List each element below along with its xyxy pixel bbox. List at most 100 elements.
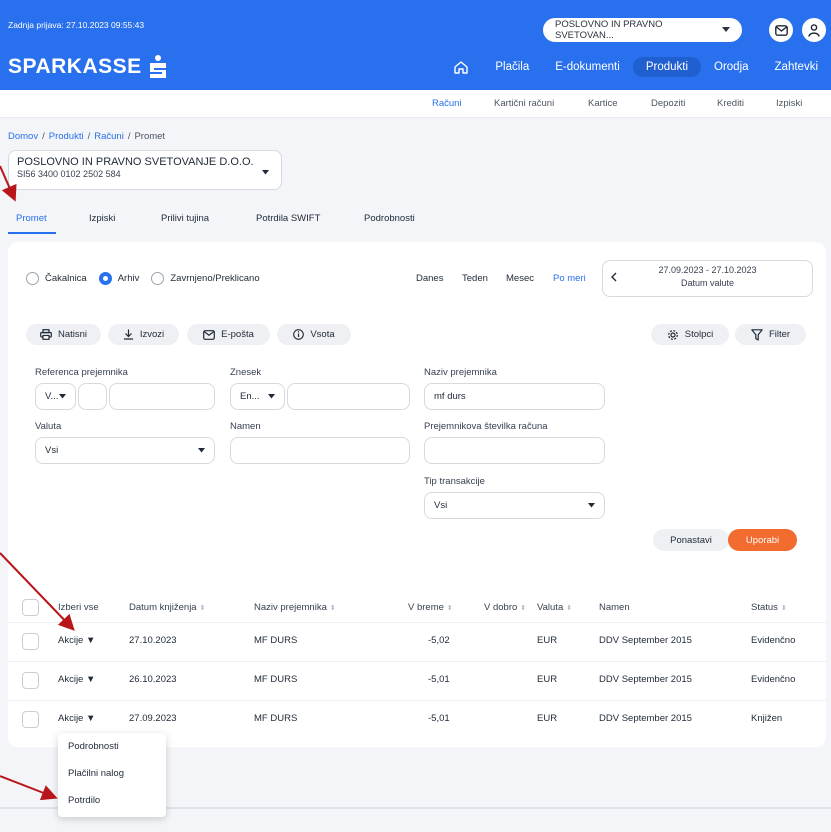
reset-button[interactable]: Ponastavi [653,529,729,551]
company-select[interactable]: POSLOVNO IN PRAVNO SVETOVAN... [543,18,742,42]
th-booking-date[interactable]: Datum knjiženja ⬍ [129,602,205,613]
sparkasse-logo[interactable]: SPARKASSE [8,55,168,79]
subnav-depoziti[interactable]: Depoziti [651,98,685,109]
th-label: Datum knjiženja [129,602,197,613]
date-range-picker[interactable]: 27.09.2023 - 27.10.2023 Datum valute [602,260,813,297]
sort-icon: ⬍ [329,605,336,612]
th-label: Status [751,602,778,613]
quick-po-meri[interactable]: Po meri [553,273,586,284]
payee-input[interactable]: mf durs [424,383,605,410]
columns-button[interactable]: Stolpci [651,324,729,345]
select-all-checkbox[interactable] [22,599,39,616]
nav-produkti[interactable]: Produkti [632,57,701,77]
payee-input-value: mf durs [434,391,466,402]
ref-label: Referenca prejemnika [35,367,128,378]
payee-label: Naziv prejemnika [424,367,497,378]
row-actions-dropdown[interactable]: Akcije ▼ [58,713,95,724]
row-payee: MF DURS [254,713,298,724]
row-debit: -5,01 [428,674,450,685]
account-select[interactable]: POSLOVNO IN PRAVNO SVETOVANJE D.O.O. SI5… [8,150,282,190]
row-currency: EUR [537,674,558,685]
th-credit[interactable]: V dobro ⬍ [484,602,526,613]
radio-circle-checked [98,272,112,285]
quick-danes[interactable]: Danes [416,273,443,284]
th-status[interactable]: Status ⬍ [751,602,787,613]
sum-button[interactable]: Vsota [277,324,351,345]
row-actions-dropdown[interactable]: Akcije ▼ [58,674,95,685]
print-button[interactable]: Natisni [26,324,101,345]
th-currency[interactable]: Valuta ⬍ [537,602,572,613]
purpose-input[interactable] [230,437,410,464]
row-checkbox[interactable] [22,672,39,689]
nav-placila[interactable]: Plačila [482,57,542,77]
export-button[interactable]: Izvozi [108,324,179,345]
row-actions-dropdown[interactable]: Akcije ▼ [58,635,95,646]
row-status: Knjižen [751,713,783,724]
row-checkbox[interactable] [22,711,39,728]
th-label: V breme [408,602,444,613]
quick-teden[interactable]: Teden [462,273,488,284]
info-icon [293,329,305,340]
menu-item-placilni-nalog[interactable]: Plačilni nalog [68,768,124,779]
currency-label: Valuta [35,421,62,432]
ref-control-input[interactable] [78,383,107,410]
radio-cakalnica[interactable]: Čakalnica [26,272,87,285]
breadcrumb-accounts[interactable]: Računi [94,131,124,142]
tab-prilivi-tujina[interactable]: Prilivi tujina [161,213,209,224]
ref-model-select[interactable]: V... [35,383,76,410]
chevron-left-icon[interactable] [611,272,617,284]
subnav-racuni[interactable]: Računi [432,98,462,109]
email-button[interactable]: E-pošta [187,324,270,345]
radio-arhiv[interactable]: Arhiv [98,272,139,285]
table-row[interactable]: Akcije ▼ 26.10.2023 MF DURS -5,01 EUR DD… [8,661,826,699]
ref-number-input[interactable] [109,383,215,410]
radio-zavrnjeno[interactable]: Zavrnjeno/Preklicano [151,272,260,285]
subnav-kartice[interactable]: Kartice [588,98,618,109]
tab-potrdila-swift[interactable]: Potrdila SWIFT [256,213,320,224]
home-icon[interactable] [454,60,469,74]
chevron-down-icon [59,394,66,399]
row-checkbox[interactable] [22,633,39,650]
sum-label: Vsota [310,329,335,340]
tab-podrobnosti[interactable]: Podrobnosti [364,213,415,224]
date-range-type: Datum valute [680,278,735,288]
table-row[interactable]: Akcije ▼ 27.10.2023 MF DURS -5,02 EUR DD… [8,622,826,660]
user-icon[interactable] [802,18,826,42]
payee-account-input[interactable] [424,437,605,464]
nav-e-dokumenti[interactable]: E-dokumenti [542,57,633,77]
payee-account-label: Prejemnikova številka računa [424,421,548,432]
caret-down-icon: ▼ [85,674,96,685]
tab-promet[interactable]: Promet [16,213,47,224]
mail-icon[interactable] [769,18,793,42]
menu-item-podrobnosti[interactable]: Podrobnosti [68,741,119,752]
apply-button[interactable]: Uporabi [728,529,797,551]
breadcrumb-products[interactable]: Produkti [49,131,84,142]
subnav-karticni-racuni[interactable]: Kartični računi [494,98,554,109]
subnav-krediti[interactable]: Krediti [717,98,744,109]
th-debit[interactable]: V breme ⬍ [408,602,453,613]
menu-item-potrdilo[interactable]: Potrdilo [68,795,100,806]
amount-input[interactable] [287,383,410,410]
th-select-all[interactable]: Izberi vse [58,602,99,613]
sort-icon: ⬍ [520,605,527,612]
breadcrumb-home[interactable]: Domov [8,131,38,142]
chevron-down-icon [262,166,269,178]
ref-model-value: V... [45,391,59,402]
filter-button[interactable]: Filter [735,324,806,345]
row-actions-label: Akcije [58,674,84,685]
status-radio-group: Čakalnica Arhiv Zavrnjeno/Preklicano [26,272,272,285]
row-currency: EUR [537,713,558,724]
quick-mesec[interactable]: Mesec [506,273,534,284]
tx-type-select[interactable]: Vsi [424,492,605,519]
row-payee: MF DURS [254,674,298,685]
tx-type-value: Vsi [434,500,448,511]
th-payee[interactable]: Naziv prejemnika ⬍ [254,602,336,613]
caret-down-icon: ▼ [85,713,96,724]
th-label: Namen [599,602,630,613]
nav-orodja[interactable]: Orodja [701,57,762,77]
nav-zahtevki[interactable]: Zahtevki [762,57,831,77]
currency-select[interactable]: Vsi [35,437,215,464]
amount-operator-select[interactable]: En... [230,383,285,410]
tab-izpiski[interactable]: Izpiski [89,213,115,224]
subnav-izpiski[interactable]: Izpiski [776,98,802,109]
